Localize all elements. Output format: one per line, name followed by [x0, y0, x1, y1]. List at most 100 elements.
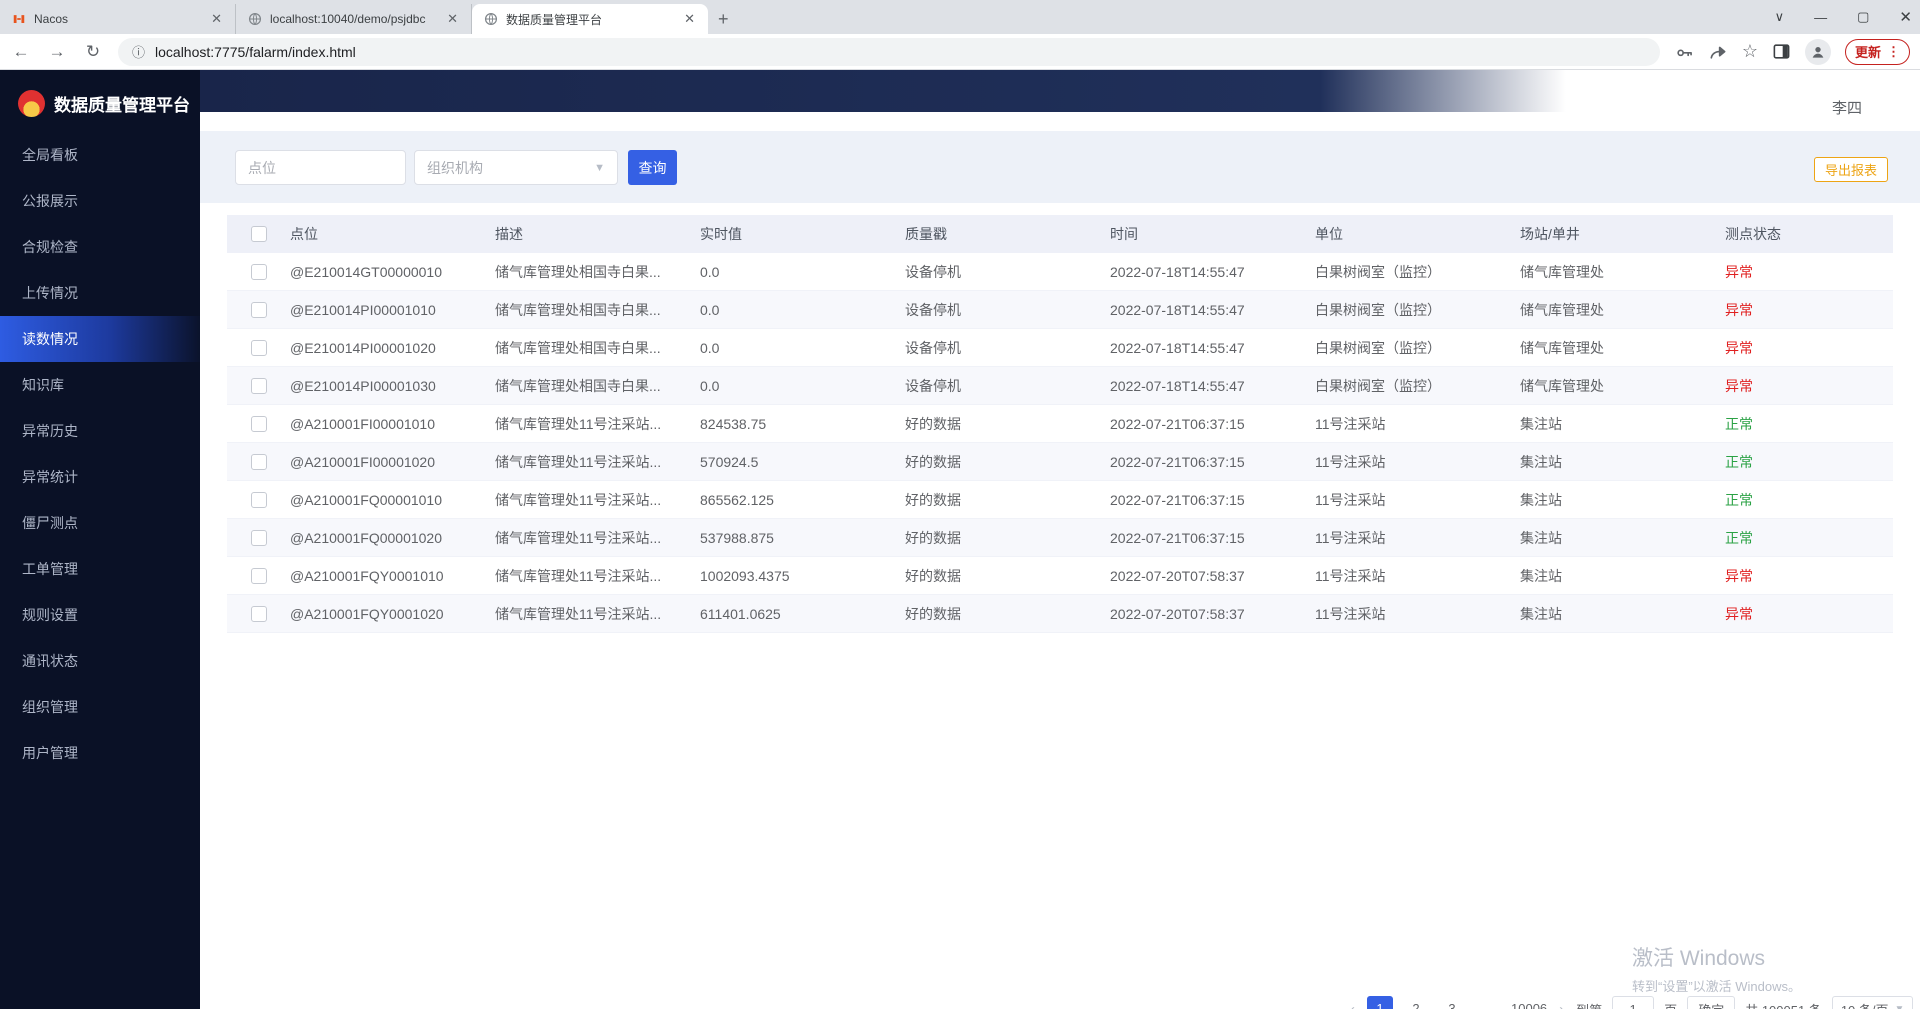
sidebar-menu: 全局看板公报展示合规检查上传情况读数情况知识库异常历史异常统计僵尸测点工单管理规… — [0, 132, 200, 776]
tab-data-quality-platform[interactable]: 数据质量管理平台 ✕ — [472, 4, 708, 34]
filter-bar: 组织机构 ▼ 查询 导出报表 — [200, 131, 1920, 203]
sidebar-item-10[interactable]: 工单管理 — [0, 546, 200, 592]
password-key-icon[interactable] — [1674, 42, 1694, 62]
page-size-select[interactable]: 10 条/页 ▼ — [1832, 996, 1914, 1009]
chrome-update-menu-button[interactable]: 更新 ⋮ — [1845, 39, 1910, 65]
point-search-input[interactable] — [235, 150, 406, 185]
goto-confirm-button[interactable]: 确定 — [1687, 996, 1735, 1009]
pagination-page-10006[interactable]: 10006 — [1511, 996, 1547, 1009]
tab-localhost-demo[interactable]: localhost:10040/demo/psjdbc ✕ — [236, 4, 472, 34]
header-cell-1: 点位 — [267, 224, 472, 244]
export-report-button[interactable]: 导出报表 — [1814, 157, 1888, 182]
cell-unit: 白果树阀室（监控） — [1292, 338, 1497, 358]
sidebar-item-13[interactable]: 组织管理 — [0, 684, 200, 730]
cell-time: 2022-07-18T14:55:47 — [1087, 264, 1292, 280]
watermark-line1: 激活 Windows — [1632, 942, 1801, 972]
row-checkbox[interactable] — [251, 568, 267, 584]
pagination-page-3[interactable]: 3 — [1439, 996, 1465, 1009]
row-checkbox[interactable] — [251, 530, 267, 546]
pagination-prev-icon[interactable]: ‹ — [1348, 1001, 1357, 1009]
row-checkbox-cell — [227, 264, 267, 280]
share-icon[interactable] — [1708, 42, 1728, 62]
org-select[interactable]: 组织机构 ▼ — [414, 150, 618, 185]
search-button[interactable]: 查询 — [628, 150, 677, 185]
cell-unit: 11号注采站 — [1292, 528, 1497, 548]
cell-value: 0.0 — [677, 378, 882, 394]
new-tab-button[interactable]: + — [708, 9, 743, 34]
address-bar[interactable]: ⓘ localhost:7775/falarm/index.html — [118, 38, 1660, 66]
tab-close-icon[interactable]: ✕ — [681, 11, 698, 27]
sidebar-item-14[interactable]: 用户管理 — [0, 730, 200, 776]
window-minimize-button[interactable]: — — [1814, 10, 1827, 25]
row-checkbox[interactable] — [251, 264, 267, 280]
row-checkbox-cell — [227, 416, 267, 432]
sidebar-item-12[interactable]: 通讯状态 — [0, 638, 200, 684]
sidebar-item-5[interactable]: 读数情况 — [0, 316, 200, 362]
table-header: 点位描述实时值质量戳时间单位场站/单井测点状态 — [227, 215, 1893, 253]
table-body: @E210014GT00000010储气库管理处相国寺白果...0.0设备停机2… — [227, 253, 1893, 633]
cell-quality: 设备停机 — [882, 376, 1087, 396]
reload-icon[interactable]: ↻ — [82, 42, 104, 62]
cell-status: 异常 — [1702, 604, 1893, 624]
sidebar-item-11[interactable]: 规则设置 — [0, 592, 200, 638]
cell-time: 2022-07-18T14:55:47 — [1087, 302, 1292, 318]
tab-title: 数据质量管理平台 — [506, 11, 673, 28]
pagination: ‹ 123...10006 › 到第 页 确定 共 100051 条 10 条/… — [1348, 996, 1913, 1009]
cell-status: 正常 — [1702, 452, 1893, 472]
window-menu-chevron-icon[interactable]: ∨ — [1775, 9, 1785, 25]
bookmark-star-icon[interactable]: ☆ — [1742, 41, 1758, 62]
current-user[interactable]: 李四 — [1832, 97, 1862, 118]
tab-close-icon[interactable]: ✕ — [208, 11, 225, 27]
cell-point: @E210014PI00001010 — [267, 302, 472, 318]
tab-close-icon[interactable]: ✕ — [444, 11, 461, 27]
table-row: @E210014PI00001030储气库管理处相国寺白果...0.0设备停机2… — [227, 367, 1893, 405]
goto-label: 到第 — [1576, 1000, 1602, 1009]
cell-unit: 白果树阀室（监控） — [1292, 376, 1497, 396]
sidebar-item-9[interactable]: 僵尸测点 — [0, 500, 200, 546]
table-row: @A210001FI00001010储气库管理处11号注采站...824538.… — [227, 405, 1893, 443]
app-page: 数据质量管理平台 全局看板公报展示合规检查上传情况读数情况知识库异常历史异常统计… — [0, 70, 1920, 1009]
cell-point: @E210014PI00001030 — [267, 378, 472, 394]
cell-quality: 设备停机 — [882, 338, 1087, 358]
cell-time: 2022-07-21T06:37:15 — [1087, 416, 1292, 432]
cell-station: 集注站 — [1497, 414, 1702, 434]
table-row: @A210001FQ00001020储气库管理处11号注采站...537988.… — [227, 519, 1893, 557]
select-all-checkbox[interactable] — [251, 226, 267, 242]
table-row: @E210014PI00001010储气库管理处相国寺白果...0.0设备停机2… — [227, 291, 1893, 329]
window-close-button[interactable]: ✕ — [1899, 8, 1912, 26]
cell-station: 集注站 — [1497, 452, 1702, 472]
cell-point: @E210014GT00000010 — [267, 264, 472, 280]
sidebar-item-8[interactable]: 异常统计 — [0, 454, 200, 500]
pagination-page-2[interactable]: 2 — [1403, 996, 1429, 1009]
sidebar-item-3[interactable]: 合规检查 — [0, 224, 200, 270]
sidebar-item-1[interactable]: 全局看板 — [0, 132, 200, 178]
tab-nacos[interactable]: Nacos ✕ — [0, 4, 236, 34]
goto-page-input[interactable] — [1612, 996, 1654, 1009]
row-checkbox[interactable] — [251, 378, 267, 394]
side-panel-icon[interactable] — [1772, 42, 1791, 61]
row-checkbox[interactable] — [251, 492, 267, 508]
sidebar-item-7[interactable]: 异常历史 — [0, 408, 200, 454]
row-checkbox[interactable] — [251, 302, 267, 318]
profile-avatar-icon[interactable] — [1805, 39, 1831, 65]
cell-station: 集注站 — [1497, 490, 1702, 510]
url-text: localhost:7775/falarm/index.html — [155, 44, 356, 60]
window-maximize-button[interactable]: ▢ — [1857, 9, 1869, 25]
sidebar-item-2[interactable]: 公报展示 — [0, 178, 200, 224]
pagination-next-icon[interactable]: › — [1557, 1001, 1566, 1009]
cell-unit: 11号注采站 — [1292, 414, 1497, 434]
cell-value: 0.0 — [677, 264, 882, 280]
sidebar-item-4[interactable]: 上传情况 — [0, 270, 200, 316]
row-checkbox[interactable] — [251, 606, 267, 622]
back-icon[interactable]: ← — [10, 42, 32, 62]
row-checkbox[interactable] — [251, 454, 267, 470]
sidebar-item-6[interactable]: 知识库 — [0, 362, 200, 408]
row-checkbox[interactable] — [251, 340, 267, 356]
cell-status: 异常 — [1702, 376, 1893, 396]
cell-status: 异常 — [1702, 338, 1893, 358]
row-checkbox[interactable] — [251, 416, 267, 432]
forward-icon[interactable]: → — [46, 42, 68, 62]
app-logo-row: 数据质量管理平台 — [0, 70, 200, 122]
site-info-icon[interactable]: ⓘ — [132, 42, 145, 61]
pagination-page-1[interactable]: 1 — [1367, 996, 1393, 1009]
